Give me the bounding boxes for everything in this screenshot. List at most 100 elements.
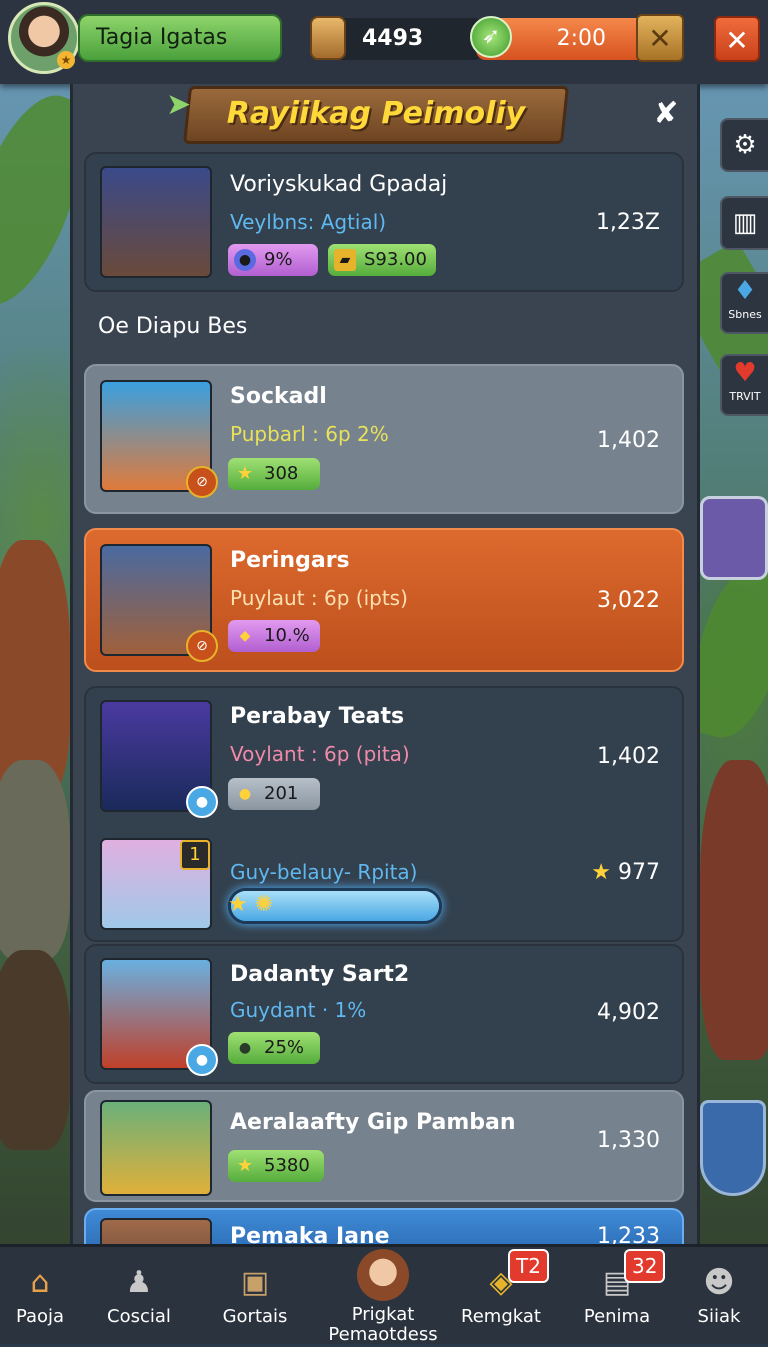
blade-avatar: ● bbox=[100, 700, 218, 818]
star-icon: ★ bbox=[236, 463, 254, 484]
card-chip: ★ 308 bbox=[228, 458, 320, 490]
card-chip-value: 25% bbox=[264, 1037, 305, 1058]
section-title: Oe Diapu Bes bbox=[98, 314, 248, 339]
player-avatar[interactable]: ★ bbox=[8, 2, 80, 74]
orb-badge-icon: ● bbox=[186, 786, 218, 818]
settings-button[interactable]: ⚙ bbox=[720, 118, 768, 172]
hero-icon bbox=[357, 1249, 409, 1301]
left-warrior-figure bbox=[0, 760, 70, 960]
card-title: Sockadl bbox=[230, 384, 327, 409]
bow-badge-icon: ⊘ bbox=[186, 466, 218, 498]
leaderboard-card-highlighted[interactable]: ⊘ Peringars Puylaut : 6p (ipts) ◆ 10.% 3… bbox=[84, 528, 684, 672]
leaderboard-card[interactable]: ⊘ Sockadl Pupbarl : 6p 2% ★ 308 1,402 bbox=[84, 364, 684, 514]
nav-label: Prigkat Pemaotdess bbox=[328, 1304, 438, 1345]
drop-icon: ♦ bbox=[733, 276, 757, 306]
left-fighter-figure bbox=[0, 950, 70, 1150]
card-chip: ● 201 bbox=[228, 778, 320, 810]
nav-penima[interactable]: ▤ Penima 32 bbox=[562, 1247, 672, 1347]
nav-label: Penima bbox=[583, 1306, 651, 1327]
nav-label: Remgkat bbox=[461, 1306, 541, 1327]
card-chip: ★ 5380 bbox=[228, 1150, 324, 1182]
card-subtitle: Guydant · 1% bbox=[230, 998, 367, 1022]
orb-badge-icon: ● bbox=[186, 1044, 218, 1076]
nav-label: Paoja bbox=[15, 1306, 65, 1327]
card-subtitle: Puylaut : 6p (ipts) bbox=[230, 586, 408, 610]
card-title: Peringars bbox=[230, 548, 350, 573]
card-score-value: 977 bbox=[618, 860, 660, 885]
leaderboard-card[interactable]: Aeralaafty Gip Pamban ★ 5380 1,330 bbox=[84, 1090, 684, 1202]
card-chip-value: 308 bbox=[264, 463, 299, 484]
notification-badge: T2 bbox=[508, 1249, 549, 1283]
card-title: Dadanty Sart2 bbox=[230, 962, 410, 987]
featured-title: Voriyskukad Gpadaj bbox=[230, 172, 448, 197]
star-icon: ★ bbox=[236, 1155, 254, 1176]
nav-paoja[interactable]: ⌂ Paoja bbox=[0, 1247, 95, 1347]
bow-badge-icon: ⊘ bbox=[186, 630, 218, 662]
home-icon: ⌂ bbox=[30, 1265, 50, 1300]
featured-chip2: S93.00 bbox=[364, 249, 427, 270]
nav-remgkat[interactable]: ◈ Remgkat T2 bbox=[446, 1247, 556, 1347]
sbnes-button[interactable]: ♦ Sbnes bbox=[720, 272, 768, 334]
leaderboard-card[interactable]: ● Dadanty Sart2 Guydant · 1% ● 25% 4,902 bbox=[84, 944, 684, 1084]
featured-subtitle: Veylbns: Agtial) bbox=[230, 210, 387, 234]
shield-currency-icon bbox=[310, 16, 346, 60]
featured-avatar bbox=[100, 166, 212, 278]
player-name[interactable]: Tagia Igatas bbox=[78, 14, 282, 62]
featured-cost-chip: ▰ S93.00 bbox=[328, 244, 436, 276]
card-score: 1,330 bbox=[597, 1128, 660, 1153]
building-icon: ▥ bbox=[732, 208, 758, 238]
card-title: Aeralaafty Gip Pamban bbox=[230, 1110, 516, 1135]
person-icon: ♟ bbox=[125, 1265, 153, 1300]
profile-icon: ☻ bbox=[703, 1265, 735, 1300]
nav-label: Coscial bbox=[107, 1306, 171, 1327]
nav-siiak[interactable]: ☻ Siiak bbox=[664, 1247, 768, 1347]
leaf-icon: ➶ bbox=[470, 16, 512, 58]
card-chip-value: 201 bbox=[264, 783, 299, 804]
card-score: 1,402 bbox=[597, 428, 660, 453]
featured-chip1: 9% bbox=[264, 249, 293, 270]
notification-badge: 32 bbox=[624, 1249, 666, 1283]
card-subtitle: Guy-belauy- Rpita) bbox=[230, 860, 418, 884]
nav-gortais[interactable]: ▣ Gortais bbox=[200, 1247, 310, 1347]
card-subtitle: Voylant : 6p (pita) bbox=[230, 742, 410, 766]
card-score: 1,402 bbox=[597, 744, 660, 769]
nav-label: Gortais bbox=[222, 1306, 288, 1327]
level-star-icon: ★ bbox=[57, 51, 75, 69]
card-chip-value: 5380 bbox=[264, 1155, 310, 1176]
card-score: 3,022 bbox=[597, 588, 660, 613]
buildings-button[interactable]: ▥ bbox=[720, 196, 768, 250]
box-icon: ▣ bbox=[240, 1265, 270, 1300]
monster-button[interactable] bbox=[700, 496, 768, 580]
star-icon: ★ bbox=[591, 860, 611, 885]
progress-icons: ★ ✺ bbox=[228, 892, 273, 917]
hero-avatar bbox=[100, 1100, 212, 1196]
card-score: 4,902 bbox=[597, 1000, 660, 1025]
gold-icon: ▰ bbox=[334, 249, 356, 271]
card-chip-value: 10.% bbox=[264, 625, 310, 646]
sun-icon: ✺ bbox=[254, 892, 274, 917]
featured-card[interactable]: Voriyskukad Gpadaj Veylbns: Agtial) ● 9%… bbox=[84, 152, 684, 292]
featured-score: 1,23Z bbox=[595, 210, 660, 235]
bottom-navigation: ⌂ Paoja ♟ Coscial ▣ Gortais Prigkat Pema… bbox=[0, 1244, 768, 1347]
ribbon-icon[interactable]: ✘ bbox=[648, 96, 684, 132]
nav-prigkat[interactable]: Prigkat Pemaotdess bbox=[328, 1247, 438, 1347]
nav-coscial[interactable]: ♟ Coscial bbox=[84, 1247, 194, 1347]
card-title: Perabay Teats bbox=[230, 704, 405, 729]
swords-button[interactable]: ✕ bbox=[636, 14, 684, 62]
rank-badge: 1 bbox=[180, 840, 210, 870]
top-bar: ★ Tagia Igatas 4493 2:00 ➶ ✕ ✕ bbox=[0, 0, 768, 84]
grenade-icon: ● bbox=[238, 1040, 252, 1056]
gold-icon: ◆ bbox=[239, 628, 251, 644]
hero-avatar: ⊘ bbox=[100, 380, 218, 498]
hero-avatar: ⊘ bbox=[100, 544, 218, 662]
card-score: ★ 977 bbox=[591, 860, 660, 885]
side-label: Sbnes bbox=[728, 308, 762, 321]
heart-icon: ♥ bbox=[733, 358, 757, 388]
star-icon: ★ bbox=[228, 892, 248, 917]
right-hero-figure bbox=[700, 760, 768, 1060]
arrow-icon: ➤ bbox=[166, 87, 192, 122]
card-chip: ● 25% bbox=[228, 1032, 320, 1064]
trvit-button[interactable]: ♥ TRVIT bbox=[720, 354, 768, 416]
close-button[interactable]: ✕ bbox=[714, 16, 760, 62]
gear-icon: ⚙ bbox=[733, 130, 757, 160]
